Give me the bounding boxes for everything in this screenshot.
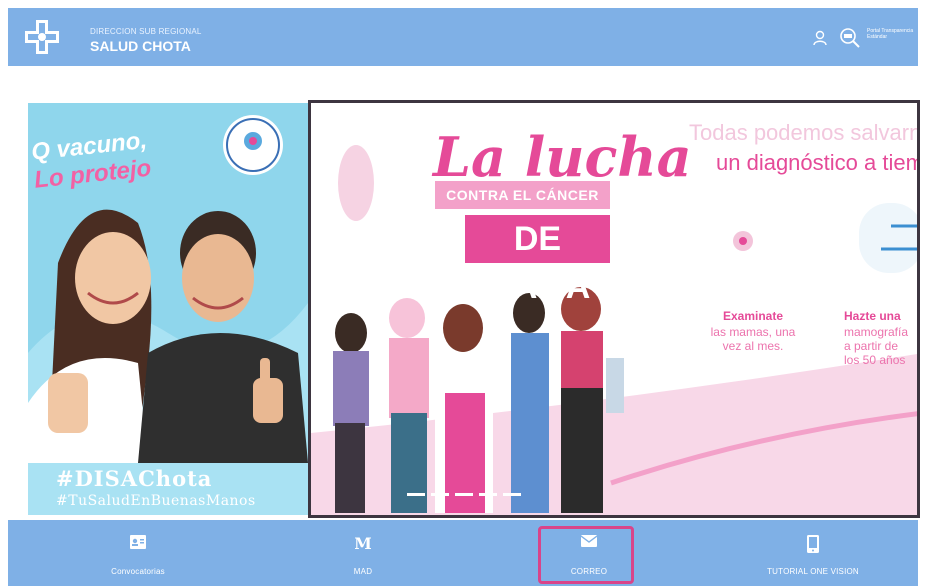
tip-mammography-line-1: mamografía [844, 325, 909, 339]
org-title[interactable]: SALUD CHOTA [90, 38, 191, 54]
tablet-icon [807, 535, 819, 553]
bottom-nav-bar: Convocatorias M MAD CORREO TUTORIAL ONE … [8, 520, 918, 586]
transparency-portal-label[interactable]: Portal Transparencia Estándar [867, 28, 915, 40]
vaccination-banner[interactable]: Q vacuno, Lo protejo #DISAChota #TuSalud… [28, 103, 308, 515]
tip-mammography-line-2: a partir de [844, 339, 899, 353]
banner-ribbon: CONTRA EL CÁNCER [435, 181, 610, 209]
org-subtitle: DIRECCION SUB REGIONAL [90, 27, 202, 36]
correo-highlight-box [538, 526, 634, 584]
header-bar: DIRECCION SUB REGIONAL SALUD CHOTA Porta… [8, 8, 918, 66]
breast-cancer-banner[interactable]: La lucha CONTRA EL CÁNCER DE MAMA Todas … [308, 100, 920, 518]
tip-mammography-text: mamografía a partir de los 50 años [844, 325, 917, 367]
nav-tutorial-one-vision[interactable]: TUTORIAL ONE VISION [748, 520, 878, 586]
hashtag-disa: #DISAChota [56, 466, 213, 491]
tip-mammography-line-3: los 50 años [844, 353, 906, 367]
tip-examine-title: Examinate [722, 309, 784, 323]
mad-letter-icon: M [355, 535, 371, 551]
banner-title: La lucha [433, 125, 692, 189]
nav-convocatorias[interactable]: Convocatorias [78, 520, 198, 586]
tagline-line-1: Todas podemos salvarnos [689, 120, 920, 145]
tagline-line-2: un diagnóstico a tiempo [716, 150, 917, 175]
user-icon[interactable] [813, 30, 827, 46]
cross-logo-icon[interactable] [25, 20, 59, 54]
id-card-icon [130, 535, 146, 549]
tip-examine-line-2: vez al mes. [722, 339, 784, 353]
hashtag-salud: #TuSaludEnBuenasManos [56, 493, 256, 509]
nav-label-convocatorias: Convocatorias [111, 567, 165, 576]
nav-label-tutorial: TUTORIAL ONE VISION [767, 567, 859, 576]
nav-mad[interactable]: M MAD [308, 520, 418, 586]
tip-mammography-title: Hazte una [844, 309, 901, 323]
nav-label-mad: MAD [353, 567, 373, 576]
tip-examine-line-1: las mamas, una [710, 325, 796, 339]
svg-text:M: M [355, 535, 371, 551]
tip-examine-text: las mamas, una vez al mes. [689, 325, 817, 353]
banner-mama-box: DE MAMA [465, 215, 610, 306]
transparency-search-icon[interactable] [839, 27, 861, 49]
page: DIRECCION SUB REGIONAL SALUD CHOTA Porta… [0, 0, 925, 586]
